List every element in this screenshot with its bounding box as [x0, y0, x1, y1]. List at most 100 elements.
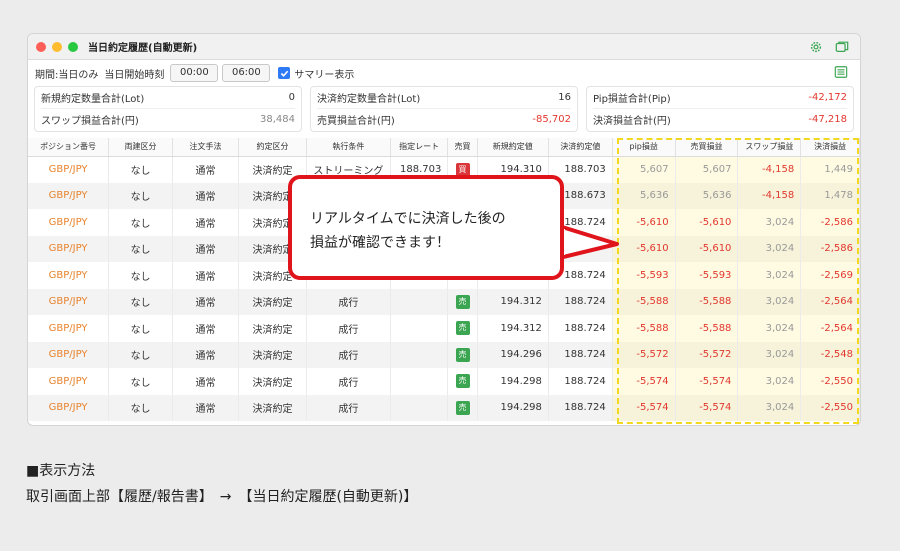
callout-tail	[559, 224, 619, 260]
column-header[interactable]: 注文手法	[172, 138, 239, 157]
table-cell: 決済約定	[238, 368, 308, 395]
caption-path: 取引画面上部【履歴/報告書】 → 【当日約定履歴(自動更新)】	[26, 489, 418, 505]
summary-checkbox[interactable]	[278, 67, 291, 79]
table-cell: GBP/JPY	[28, 394, 110, 421]
summary-panel: 新規約定数量合計(Lot) 0 スワップ損益合計(円) 38,484 決済約定数量合…	[28, 86, 860, 132]
table-cell: 188.724	[548, 315, 613, 342]
table-cell: なし	[108, 341, 173, 368]
time-from-input[interactable]: 00:00	[170, 64, 219, 82]
table-cell: 成行	[306, 288, 391, 315]
table-cell	[390, 315, 449, 342]
summary-label: 決済約定数量合計(Lot)	[317, 94, 421, 105]
table-cell: 通常	[172, 182, 239, 209]
column-header[interactable]: 決済約定値	[548, 138, 613, 157]
minimize-window-button[interactable]	[52, 41, 62, 52]
table-cell: 194.296	[477, 341, 549, 368]
profit-loss-highlight	[617, 138, 859, 424]
column-header[interactable]: 新規約定値	[477, 138, 549, 157]
table-cell: 決済約定	[238, 394, 308, 421]
start-time-label: 当日開始時刻	[104, 69, 165, 81]
side-badge: 売	[455, 294, 470, 309]
summary-label: サマリー表示	[294, 69, 355, 81]
column-header[interactable]: 売買	[447, 138, 478, 157]
summary-label: 決済損益合計(円)	[593, 115, 671, 127]
window-icon[interactable]	[834, 39, 850, 55]
table-cell: GBP/JPY	[28, 315, 110, 342]
table-cell: 決済約定	[238, 341, 308, 368]
summary-label: スワップ損益合計(円)	[41, 115, 139, 127]
table-cell: 188.724	[548, 288, 613, 315]
summary-label: Pip損益合計(Pip)	[593, 94, 671, 105]
summary-label: 売買損益合計(円)	[317, 115, 395, 127]
maximize-window-button[interactable]	[68, 41, 78, 52]
table-cell	[390, 288, 449, 315]
table-cell: 通常	[172, 368, 239, 395]
column-header[interactable]: 指定レート	[390, 138, 449, 157]
table-cell: 194.298	[477, 394, 549, 421]
summary-value: 38,484	[260, 113, 295, 125]
table-cell: 売	[447, 315, 478, 342]
summary-label: 新規約定数量合計(Lot)	[41, 94, 145, 105]
table-cell: なし	[108, 315, 173, 342]
table-cell: 通常	[172, 209, 239, 236]
table-cell: 成行	[306, 341, 391, 368]
check-icon	[280, 70, 289, 77]
table-cell: 194.312	[477, 315, 549, 342]
window-title: 当日約定履歴(自動更新)	[88, 43, 198, 54]
table-cell: 売	[447, 368, 478, 395]
table-cell: GBP/JPY	[28, 341, 110, 368]
table-cell: 188.724	[548, 368, 613, 395]
table-cell: 通常	[172, 156, 239, 183]
table-cell	[390, 341, 449, 368]
table-cell: GBP/JPY	[28, 368, 110, 395]
callout-bubble: リアルタイムでに決済した後の 損益が確認できます！	[288, 175, 564, 280]
side-badge: 売	[455, 321, 470, 336]
column-header[interactable]: 執行条件	[306, 138, 391, 157]
table-cell: なし	[108, 209, 173, 236]
table-cell: GBP/JPY	[28, 262, 110, 289]
column-header[interactable]: 約定区分	[238, 138, 308, 157]
close-window-button[interactable]	[36, 41, 46, 52]
table-cell: 通常	[172, 262, 239, 289]
summary-value: -85,702	[532, 113, 571, 125]
summary-value: 16	[558, 92, 571, 103]
table-cell: 通常	[172, 235, 239, 262]
caption-heading: ■表示方法	[26, 463, 96, 479]
table-cell: 成行	[306, 368, 391, 395]
time-to-input[interactable]: 06:00	[222, 64, 271, 82]
gear-icon[interactable]	[808, 39, 824, 55]
table-cell: 成行	[306, 394, 391, 421]
table-cell: 売	[447, 288, 478, 315]
summary-box: Pip損益合計(Pip) -42,172 決済損益合計(円) -47,218	[586, 86, 854, 132]
table-cell: GBP/JPY	[28, 288, 110, 315]
table-cell: なし	[108, 235, 173, 262]
table-cell	[390, 368, 449, 395]
table-cell: なし	[108, 394, 173, 421]
table-cell: GBP/JPY	[28, 156, 110, 183]
table-cell: 188.724	[548, 341, 613, 368]
caption: ■表示方法 取引画面上部【履歴/報告書】 → 【当日約定履歴(自動更新)】	[26, 458, 417, 510]
callout-line: 損益が確認できます！	[310, 235, 450, 251]
table-cell: 194.312	[477, 288, 549, 315]
summary-value: -47,218	[808, 113, 847, 125]
summary-box: 決済約定数量合計(Lot) 16 売買損益合計(円) -85,702	[310, 86, 578, 132]
table-cell: 通常	[172, 341, 239, 368]
table-cell: 売	[447, 394, 478, 421]
table-cell: GBP/JPY	[28, 182, 110, 209]
filter-bar: 期間:当日のみ 当日開始時刻 00:00 06:00 サマリー表示	[28, 60, 860, 86]
table-cell: なし	[108, 156, 173, 183]
column-header[interactable]: ポジション番号	[28, 138, 110, 157]
side-badge: 売	[455, 400, 470, 415]
table-cell: なし	[108, 368, 173, 395]
summary-value: 0	[288, 92, 295, 103]
list-icon[interactable]	[834, 65, 848, 82]
table-cell: 194.298	[477, 368, 549, 395]
title-bar: 当日約定履歴(自動更新)	[28, 34, 860, 60]
table-cell: 売	[447, 341, 478, 368]
column-header[interactable]: 両建区分	[108, 138, 173, 157]
table-cell: なし	[108, 288, 173, 315]
table-cell: 188.724	[548, 394, 613, 421]
table-cell: なし	[108, 182, 173, 209]
table-cell: GBP/JPY	[28, 235, 110, 262]
summary-box: 新規約定数量合計(Lot) 0 スワップ損益合計(円) 38,484	[34, 86, 302, 132]
